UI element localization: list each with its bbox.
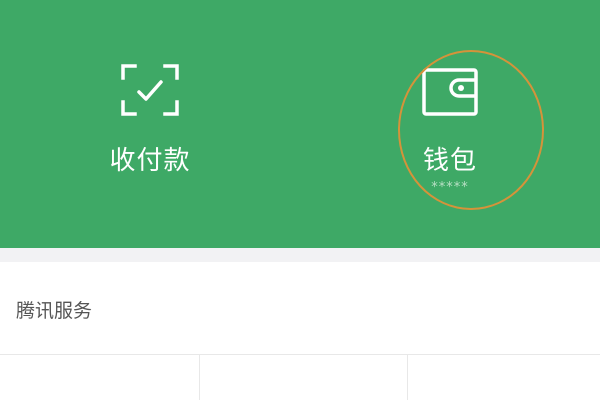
section-divider	[0, 248, 600, 262]
grid-top-border	[0, 354, 600, 355]
tencent-services-title: 腾讯服务	[16, 300, 93, 322]
wallet-button[interactable]: 钱包 *****	[300, 0, 600, 248]
grid-column-divider	[407, 355, 408, 400]
wallet-label: 钱包	[422, 146, 477, 176]
pay-receive-label: 收付款	[109, 146, 191, 176]
wallet-icon	[422, 68, 478, 116]
grid-column-divider	[199, 355, 200, 400]
wallet-balance-masked: *****	[431, 180, 469, 195]
scan-pay-icon	[121, 64, 179, 116]
pay-receive-button[interactable]: 收付款	[0, 0, 300, 248]
wallet-header: 收付款 钱包 *****	[0, 0, 600, 248]
